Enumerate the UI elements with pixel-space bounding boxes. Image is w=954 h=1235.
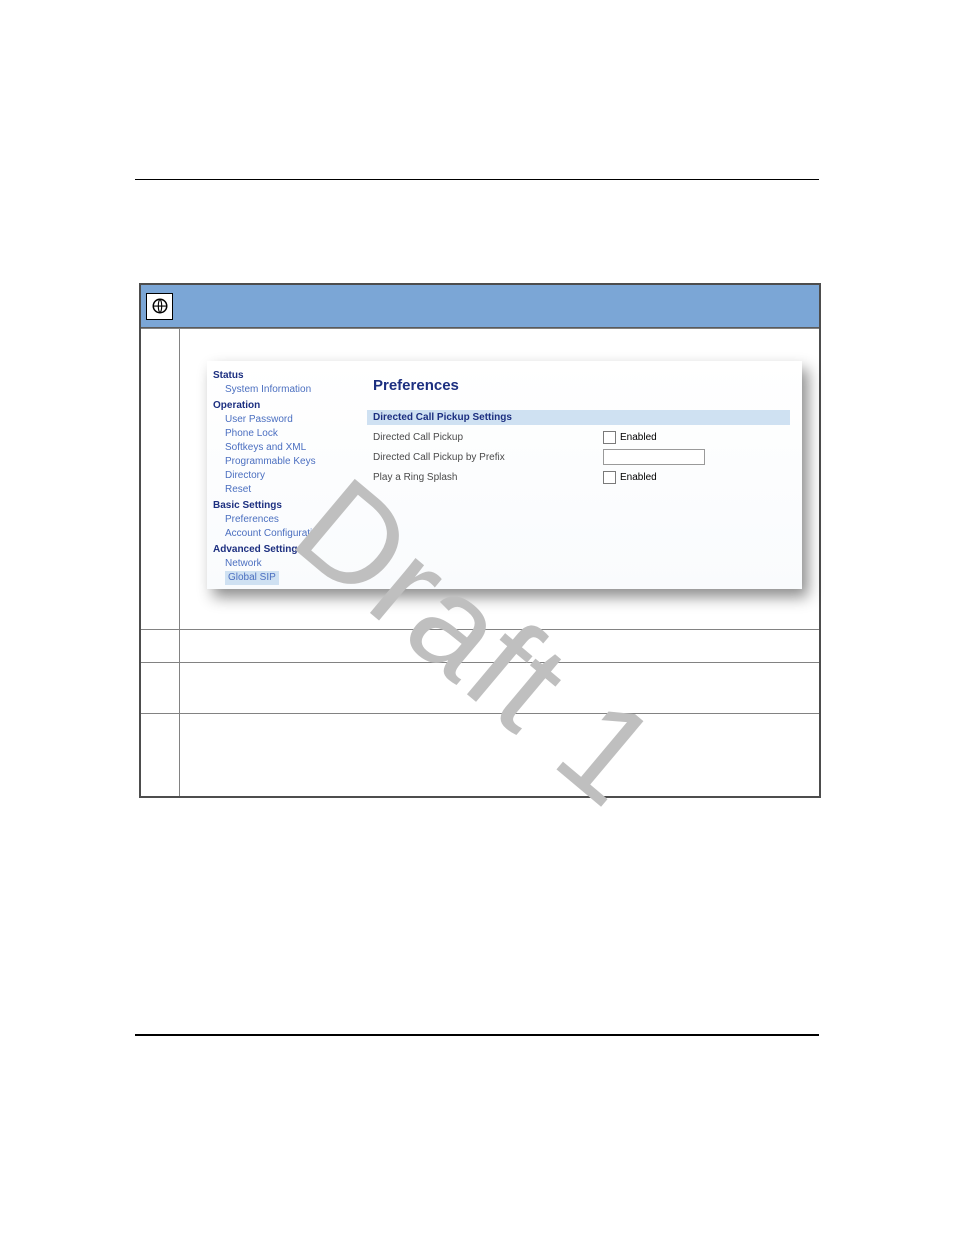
row-gutter bbox=[141, 663, 180, 713]
preferences-content: Preferences Directed Call Pickup Setting… bbox=[367, 361, 802, 589]
row-gutter bbox=[141, 329, 180, 629]
globe-icon bbox=[146, 293, 173, 320]
row-play-ring-splash: Play a Ring Splash Enabled bbox=[373, 469, 790, 485]
dcp-section: Directed Call Pickup Settings Directed C… bbox=[367, 410, 790, 485]
row-directed-call-pickup: Directed Call Pickup Enabled bbox=[373, 429, 790, 445]
nav-header-operation[interactable]: Operation bbox=[213, 399, 363, 413]
label-ring-splash: Play a Ring Splash bbox=[373, 472, 603, 483]
instruction-cell-2 bbox=[180, 663, 819, 713]
nav-header-status[interactable]: Status bbox=[213, 369, 363, 383]
bottom-divider bbox=[135, 1034, 819, 1036]
checkbox-dcp-enabled[interactable] bbox=[603, 431, 616, 444]
nav-item-network[interactable]: Network bbox=[225, 557, 363, 571]
top-divider bbox=[135, 179, 819, 180]
nav-header-basic-settings[interactable]: Basic Settings bbox=[213, 499, 363, 513]
window-titlebar bbox=[141, 285, 819, 328]
row-gutter bbox=[141, 630, 180, 662]
left-nav: Status System Information Operation User… bbox=[207, 361, 367, 589]
nav-item-system-information[interactable]: System Information bbox=[225, 383, 363, 397]
row-gutter bbox=[141, 714, 180, 796]
nav-item-directory[interactable]: Directory bbox=[225, 469, 363, 483]
nav-item-phone-lock[interactable]: Phone Lock bbox=[225, 427, 363, 441]
nav-item-programmable-keys[interactable]: Programmable Keys bbox=[225, 455, 363, 469]
input-dcp-prefix[interactable] bbox=[603, 449, 705, 465]
label-dcp: Directed Call Pickup bbox=[373, 432, 603, 443]
instruction-cell-3 bbox=[180, 714, 819, 796]
checkbox-label-ring-splash: Enabled bbox=[620, 472, 657, 483]
nav-item-global-sip[interactable]: Global SIP bbox=[225, 571, 279, 585]
checkbox-ring-splash[interactable] bbox=[603, 471, 616, 484]
instruction-cell-1 bbox=[180, 630, 819, 662]
nav-item-account-configuration[interactable]: Account Configuration bbox=[225, 527, 363, 541]
row-directed-call-pickup-prefix: Directed Call Pickup by Prefix bbox=[373, 449, 790, 465]
page-title: Preferences bbox=[373, 377, 790, 394]
nav-header-advanced-settings[interactable]: Advanced Settings bbox=[213, 543, 363, 557]
checkbox-label-dcp: Enabled bbox=[620, 432, 657, 443]
web-ui-card: Status System Information Operation User… bbox=[139, 283, 821, 798]
preferences-panel: Status System Information Operation User… bbox=[207, 361, 802, 589]
section-header: Directed Call Pickup Settings bbox=[367, 410, 790, 425]
document-header-area bbox=[135, 140, 819, 170]
nav-item-user-password[interactable]: User Password bbox=[225, 413, 363, 427]
label-dcp-prefix: Directed Call Pickup by Prefix bbox=[373, 452, 603, 463]
main-cell: Status System Information Operation User… bbox=[180, 329, 819, 629]
nav-item-preferences[interactable]: Preferences bbox=[225, 513, 363, 527]
nav-item-softkeys-and-xml[interactable]: Softkeys and XML bbox=[225, 441, 363, 455]
nav-item-reset[interactable]: Reset bbox=[225, 483, 363, 497]
